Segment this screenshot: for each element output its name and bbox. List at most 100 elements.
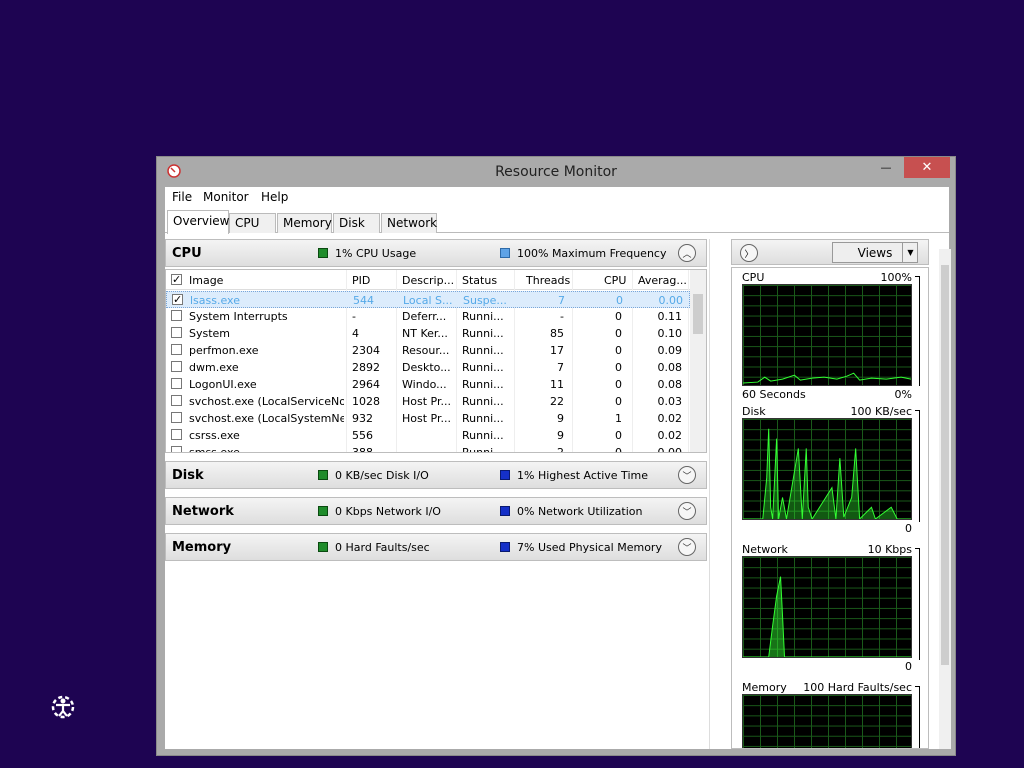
- cell-desc: Deferr...: [402, 310, 447, 323]
- memory-faults-indicator: [318, 542, 328, 552]
- col-pid[interactable]: PID: [352, 274, 370, 287]
- expand-chevron-icon[interactable]: ﹀: [678, 502, 696, 520]
- graph-cpu-max: 100%: [880, 271, 912, 284]
- cell-cpu: 0: [616, 294, 623, 307]
- cell-desc: Deskto...: [402, 361, 451, 374]
- cell-threads: 7: [558, 294, 565, 307]
- scrollbar-thumb[interactable]: [941, 265, 949, 665]
- views-dropdown-icon[interactable]: ▼: [902, 242, 918, 263]
- table-row[interactable]: svchost.exe (LocalSystemNet... 932 Host Pr…: [166, 410, 690, 427]
- col-average[interactable]: Averag...: [638, 274, 687, 287]
- cell-image: dwm.exe: [189, 361, 239, 374]
- row-checkbox[interactable]: [171, 344, 182, 355]
- graph-network-label: Network: [742, 543, 788, 556]
- memory-graph: [742, 694, 912, 748]
- cell-avg: 0.00: [658, 294, 684, 307]
- client-area: File Monitor Help Overview CPU Memory Di…: [165, 187, 951, 749]
- col-status[interactable]: Status: [462, 274, 497, 287]
- network-io-indicator: [318, 506, 328, 516]
- cpu-usage-indicator: [318, 248, 328, 258]
- graphs-pane: 〉 Views ▼ CPU 100% 60 Seconds 0% Disk 10…: [731, 239, 951, 749]
- table-row[interactable]: LogonUI.exe 2964 Windo... Runni... 11 0 0.08: [166, 376, 690, 393]
- menu-bar: File Monitor Help: [165, 187, 949, 209]
- pane-splitter[interactable]: [709, 239, 721, 749]
- row-checkbox[interactable]: [171, 310, 182, 321]
- row-checkbox[interactable]: [171, 361, 182, 372]
- col-description[interactable]: Descrip...: [402, 274, 454, 287]
- cell-avg: 0.08: [657, 361, 683, 374]
- cell-cpu: 0: [615, 378, 622, 391]
- cell-avg: 0.03: [657, 395, 683, 408]
- cell-avg: 0.00: [657, 446, 683, 453]
- tab-disk[interactable]: Disk: [333, 213, 380, 233]
- cell-image: System: [189, 327, 231, 340]
- row-checkbox[interactable]: [171, 412, 182, 423]
- graph-memory-label: Memory: [742, 681, 787, 694]
- memory-used-indicator: [500, 542, 510, 552]
- disk-section-title: Disk: [172, 468, 204, 483]
- close-button[interactable]: ✕: [904, 157, 950, 178]
- cpu-section-header[interactable]: CPU 1% CPU Usage 100% Maximum Frequency …: [165, 239, 707, 267]
- cell-image: svchost.exe (LocalServiceNo...: [189, 395, 344, 408]
- memory-faults-text: 0 Hard Faults/sec: [335, 541, 430, 554]
- network-section-header[interactable]: Network 0 Kbps Network I/O 0% Network Ut…: [165, 497, 707, 525]
- row-checkbox[interactable]: [171, 378, 182, 389]
- cell-desc: Resour...: [402, 344, 450, 357]
- table-row[interactable]: System 4 NT Ker... Runni... 85 0 0.10: [166, 325, 690, 342]
- table-row[interactable]: svchost.exe (LocalServiceNo... 1028 Host P…: [166, 393, 690, 410]
- cell-pid: -: [352, 310, 356, 323]
- row-checkbox[interactable]: [171, 429, 182, 440]
- expand-chevron-icon[interactable]: ﹀: [678, 538, 696, 556]
- cell-threads: 2: [557, 446, 564, 453]
- graphs-toolbar: 〉 Views ▼: [731, 239, 929, 265]
- chevron-right-icon[interactable]: 〉: [740, 244, 758, 262]
- row-checkbox[interactable]: [171, 446, 182, 452]
- cell-pid: 1028: [352, 395, 380, 408]
- cell-image: perfmon.exe: [189, 344, 259, 357]
- ease-of-access-icon[interactable]: [48, 692, 78, 722]
- network-section-title: Network: [172, 504, 234, 519]
- memory-used-text: 7% Used Physical Memory: [517, 541, 662, 554]
- cell-image: svchost.exe (LocalSystemNet...: [189, 412, 344, 425]
- row-checkbox[interactable]: [171, 395, 182, 406]
- col-cpu[interactable]: CPU: [604, 274, 626, 287]
- graph-time-label: 60 Seconds: [742, 388, 806, 401]
- table-row[interactable]: smss.exe 388 Runni... 2 0 0.00: [166, 444, 690, 453]
- col-threads[interactable]: Threads: [526, 274, 570, 287]
- graphs-panel: CPU 100% 60 Seconds 0% Disk 100 KB/sec 0…: [731, 267, 929, 749]
- expand-chevron-icon[interactable]: ﹀: [678, 466, 696, 484]
- table-row[interactable]: ✓ lsass.exe 544 Local S... Suspe... 7 0 0.00: [166, 291, 690, 308]
- col-image[interactable]: Image: [189, 274, 223, 287]
- cell-threads: 9: [557, 429, 564, 442]
- table-row[interactable]: csrss.exe 556 Runni... 9 0 0.02: [166, 427, 690, 444]
- select-all-checkbox[interactable]: ✓: [171, 274, 182, 285]
- cpu-table-scrollbar[interactable]: [690, 270, 706, 452]
- table-row[interactable]: dwm.exe 2892 Deskto... Runni... 7 0 0.08: [166, 359, 690, 376]
- title-bar[interactable]: Resource Monitor — ☐ ✕: [157, 157, 955, 187]
- cell-pid: 932: [352, 412, 373, 425]
- scrollbar-thumb[interactable]: [693, 294, 703, 334]
- menu-file[interactable]: File: [172, 190, 192, 204]
- window-title: Resource Monitor: [495, 164, 617, 180]
- network-util-text: 0% Network Utilization: [517, 505, 643, 518]
- cell-pid: 4: [352, 327, 359, 340]
- row-checkbox[interactable]: ✓: [172, 294, 183, 305]
- menu-help[interactable]: Help: [261, 190, 288, 204]
- memory-section-header[interactable]: Memory 0 Hard Faults/sec 7% Used Physica…: [165, 533, 707, 561]
- cpu-process-table: ✓ Image PID Descrip... Status Threads CP…: [165, 269, 707, 453]
- tab-overview[interactable]: Overview: [167, 210, 230, 234]
- table-row[interactable]: perfmon.exe 2304 Resour... Runni... 17 0 0.09: [166, 342, 690, 359]
- tab-cpu[interactable]: CPU: [229, 213, 276, 233]
- collapse-chevron-icon[interactable]: ︿: [678, 244, 696, 262]
- tab-network[interactable]: Network: [381, 213, 437, 233]
- table-row[interactable]: System Interrupts - Deferr... Runni... -0 0.1…: [166, 308, 690, 325]
- disk-section-header[interactable]: Disk 0 KB/sec Disk I/O 1% Highest Active…: [165, 461, 707, 489]
- graphs-scrollbar[interactable]: [939, 249, 951, 749]
- tab-memory[interactable]: Memory: [277, 213, 332, 233]
- row-checkbox[interactable]: [171, 327, 182, 338]
- menu-monitor[interactable]: Monitor: [203, 190, 249, 204]
- cell-pid: 2892: [352, 361, 380, 374]
- cell-threads: 22: [550, 395, 564, 408]
- cpu-frequency-text: 100% Maximum Frequency: [517, 247, 667, 260]
- cell-avg: 0.09: [657, 344, 683, 357]
